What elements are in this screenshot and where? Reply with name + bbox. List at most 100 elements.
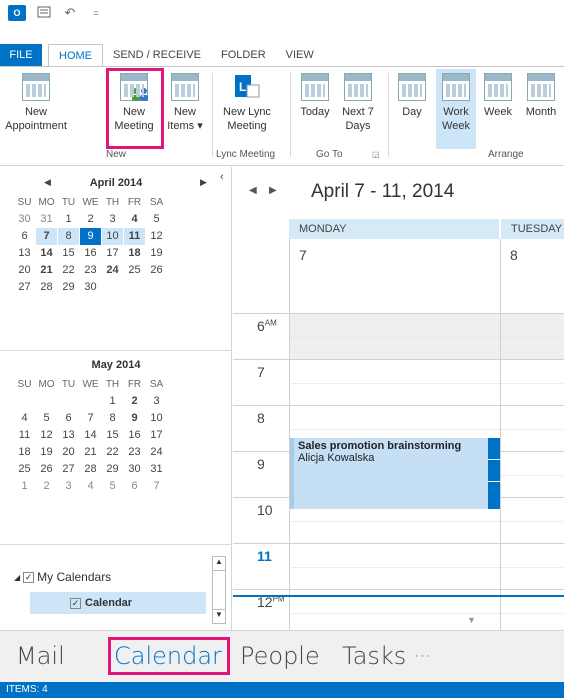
date-cell[interactable]: 21 [80, 444, 101, 461]
date-cell[interactable]: 19 [36, 444, 57, 461]
tab-send-receive[interactable]: SEND / RECEIVE [103, 44, 211, 66]
nav-people[interactable]: People [240, 642, 320, 670]
date-cell[interactable]: 28 [36, 279, 57, 296]
date-cell[interactable]: 5 [146, 211, 167, 228]
date-cell[interactable]: 29 [58, 279, 79, 296]
folder-scrollbar[interactable]: ▲ ▼ [212, 556, 226, 624]
date-cell[interactable]: 25 [124, 262, 145, 279]
date-cell[interactable]: 3 [146, 393, 167, 410]
undo-icon[interactable]: ↶ [62, 5, 78, 21]
date-cell[interactable]: 20 [14, 262, 35, 279]
date-cell[interactable]: 10 [146, 410, 167, 427]
date-cell[interactable]: 19 [146, 245, 167, 262]
date-cell[interactable]: 3 [58, 478, 79, 495]
time-slot-row[interactable]: 7 [233, 359, 564, 405]
date-cell[interactable]: 5 [102, 478, 123, 495]
my-calendars-group[interactable]: ◢ ✓ My Calendars [14, 570, 111, 584]
next-7-days-button[interactable]: Next 7 Days [338, 73, 378, 133]
next-range-icon[interactable]: ▶ [269, 185, 277, 196]
tab-file[interactable]: FILE [0, 44, 42, 66]
date-cell[interactable]: 15 [58, 245, 79, 262]
date-cell[interactable]: 25 [14, 461, 35, 478]
date-cell[interactable]: 23 [80, 262, 101, 279]
today-button[interactable]: Today [296, 73, 334, 119]
date-cell[interactable]: 30 [14, 211, 35, 228]
checkbox-icon[interactable]: ✓ [23, 571, 35, 583]
date-cell[interactable]: 8 [58, 228, 79, 245]
nav-tasks[interactable]: Tasks [342, 642, 406, 670]
date-cell[interactable]: 31 [36, 211, 57, 228]
tab-folder[interactable]: FOLDER [211, 44, 276, 66]
date-cell[interactable]: 7 [36, 228, 57, 245]
expand-icon[interactable]: ◢ [14, 573, 20, 582]
date-cell[interactable]: 16 [124, 427, 145, 444]
date-cell[interactable]: 30 [124, 461, 145, 478]
date-cell[interactable]: 23 [124, 444, 145, 461]
checkbox-icon[interactable]: ✓ [70, 597, 81, 609]
date-cell[interactable]: 4 [80, 478, 101, 495]
date-cell[interactable]: 2 [36, 478, 57, 495]
date-cell[interactable]: 7 [80, 410, 101, 427]
date-cell[interactable]: 17 [146, 427, 167, 444]
date-cell[interactable]: 14 [80, 427, 101, 444]
new-lync-meeting-button[interactable]: L New Lync Meeting [214, 73, 280, 133]
date-cell[interactable]: 27 [58, 461, 79, 478]
scroll-up-icon[interactable]: ▲ [213, 557, 225, 571]
date-cell[interactable]: 13 [58, 427, 79, 444]
send-receive-icon[interactable] [36, 5, 52, 21]
new-items-button[interactable]: New Items ▾ [164, 73, 206, 133]
date-cell[interactable]: 1 [102, 393, 123, 410]
outlook-app-icon[interactable]: O [8, 5, 26, 21]
tab-home[interactable]: HOME [48, 44, 103, 66]
work-week-view-button[interactable]: Work Week [436, 69, 476, 149]
date-cell[interactable]: 30 [80, 279, 101, 296]
time-slot-row[interactable]: 6AM [233, 313, 564, 359]
date-cell[interactable]: 26 [146, 262, 167, 279]
date-cell[interactable]: 6 [124, 478, 145, 495]
date-cell[interactable]: 13 [14, 245, 35, 262]
date-cell[interactable]: 4 [14, 410, 35, 427]
date-cell[interactable]: 18 [124, 245, 145, 262]
week-view-button[interactable]: Week [480, 73, 516, 119]
date-cell[interactable]: 14 [36, 245, 57, 262]
date-cell[interactable]: 12 [146, 228, 167, 245]
date-cell[interactable]: 9 [80, 228, 101, 245]
tab-view[interactable]: VIEW [276, 44, 324, 66]
date-cell[interactable]: 2 [80, 211, 101, 228]
date-cell[interactable]: 2 [124, 393, 145, 410]
date-cell[interactable]: 27 [14, 279, 35, 296]
date-cell[interactable]: 1 [58, 211, 79, 228]
date-cell[interactable]: 31 [146, 461, 167, 478]
day-header-tuesday[interactable]: TUESDAY [500, 219, 564, 239]
more-options-icon[interactable]: ··· [414, 646, 431, 667]
previous-range-icon[interactable]: ◀ [249, 185, 257, 196]
month-view-button[interactable]: Month [518, 73, 564, 119]
date-cell[interactable]: 3 [102, 211, 123, 228]
date-cell[interactable]: 21 [36, 262, 57, 279]
date-cell[interactable]: 11 [14, 427, 35, 444]
date-cell[interactable]: 18 [14, 444, 35, 461]
date-cell[interactable]: 28 [80, 461, 101, 478]
date-cell[interactable]: 12 [36, 427, 57, 444]
date-cell[interactable]: 26 [36, 461, 57, 478]
time-slot-row[interactable]: 11 [233, 543, 564, 589]
scroll-down-icon[interactable]: ▼ [213, 609, 225, 623]
date-cell[interactable]: 6 [14, 228, 35, 245]
date-cell[interactable]: 7 [146, 478, 167, 495]
date-cell[interactable]: 11 [124, 228, 145, 245]
date-cell[interactable]: 24 [102, 262, 123, 279]
date-cell[interactable]: 17 [102, 245, 123, 262]
date-cell[interactable]: 20 [58, 444, 79, 461]
date-cell[interactable]: 5 [36, 410, 57, 427]
date-cell[interactable]: 15 [102, 427, 123, 444]
date-cell[interactable]: 9 [124, 410, 145, 427]
date-cell[interactable]: 16 [80, 245, 101, 262]
date-cell[interactable]: 22 [58, 262, 79, 279]
date-cell[interactable]: 4 [124, 211, 145, 228]
more-items-icon[interactable]: ▼ [467, 615, 476, 625]
calendar-folder-item[interactable]: ✓ Calendar [30, 592, 206, 614]
date-cell[interactable]: 10 [102, 228, 123, 245]
day-header-monday[interactable]: MONDAY [289, 219, 499, 239]
date-cell[interactable]: 1 [14, 478, 35, 495]
date-cell[interactable]: 29 [102, 461, 123, 478]
